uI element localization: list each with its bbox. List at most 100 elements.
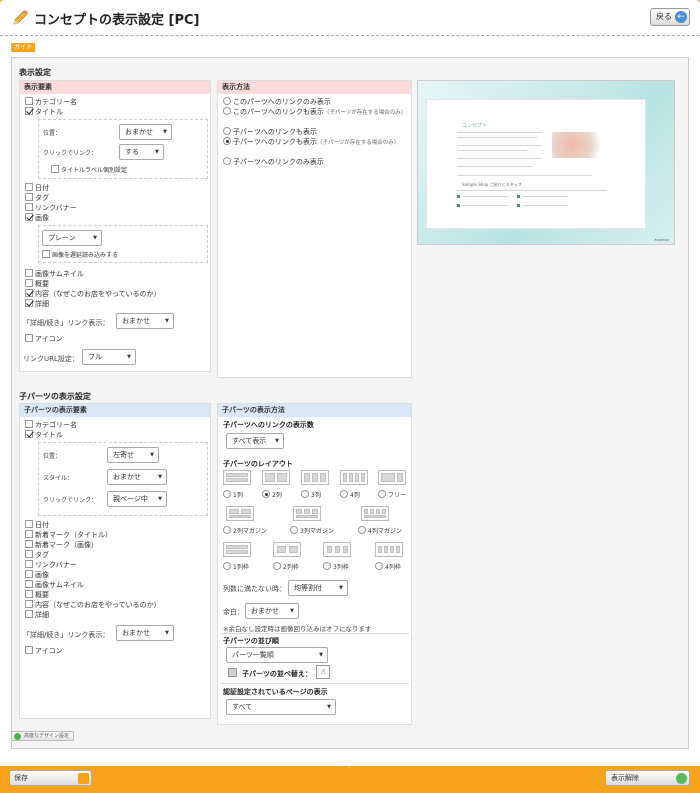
radio-layout-1frame[interactable]: 1列枠 xyxy=(223,562,249,573)
radio-layout-4mag[interactable]: 4列マガジン xyxy=(358,526,402,537)
layout-3frame-thumb[interactable] xyxy=(323,542,351,557)
radio[interactable] xyxy=(378,490,386,498)
checkbox[interactable] xyxy=(25,520,33,528)
link-count-select[interactable]: すべて表示 xyxy=(226,433,284,449)
checkbox[interactable] xyxy=(25,107,33,115)
click-link-select[interactable]: する xyxy=(119,144,164,160)
radio-method-5[interactable]: 子パーツへのリンクのみ表示 xyxy=(223,157,324,168)
checkbox[interactable] xyxy=(25,203,33,211)
checkbox[interactable] xyxy=(25,183,33,191)
radio[interactable] xyxy=(273,562,281,570)
radio[interactable] xyxy=(290,526,298,534)
layout-4mag-thumb[interactable] xyxy=(361,506,389,521)
back-button[interactable]: 戻る ← xyxy=(650,8,690,26)
cb-lazy-load[interactable]: 画像を遅延読み込みする xyxy=(42,250,118,261)
checkbox[interactable] xyxy=(51,165,59,173)
child-style-select[interactable]: おまかせ xyxy=(107,469,167,485)
cb-child-icon[interactable]: アイコン xyxy=(25,646,63,657)
layout-4frame-thumb[interactable] xyxy=(375,542,403,557)
checkbox[interactable] xyxy=(25,269,33,277)
order-select[interactable]: パーツ一覧順 xyxy=(226,647,328,663)
radio-layout-4frame[interactable]: 4列枠 xyxy=(375,562,401,573)
radio[interactable] xyxy=(223,97,231,105)
link-url-select[interactable]: フル xyxy=(82,349,136,365)
radio-layout-3frame[interactable]: 3列枠 xyxy=(323,562,349,573)
checkbox[interactable] xyxy=(25,580,33,588)
radio[interactable] xyxy=(223,526,231,534)
detail-link-select[interactable]: おまかせ xyxy=(116,313,174,329)
radio[interactable] xyxy=(223,562,231,570)
radio[interactable] xyxy=(323,562,331,570)
checkbox[interactable] xyxy=(25,334,33,342)
checkbox[interactable] xyxy=(25,590,33,598)
checkbox[interactable] xyxy=(42,250,50,258)
child-detail-link-select[interactable]: おまかせ xyxy=(116,625,174,641)
image-style-select[interactable]: プレーン xyxy=(42,230,102,246)
auth-select[interactable]: すべて xyxy=(226,699,336,715)
shortfall-select[interactable]: 均等割付 xyxy=(288,580,348,596)
layout-1col-thumb[interactable] xyxy=(223,470,251,485)
advanced-design-button[interactable]: 高度なデザイン設定 xyxy=(11,731,75,741)
unpublish-button[interactable]: 表示解除 xyxy=(605,770,690,786)
radio[interactable] xyxy=(223,137,231,145)
guide-badge[interactable]: ガイド xyxy=(11,43,36,52)
radio-layout-2frame[interactable]: 2列枠 xyxy=(273,562,299,573)
cb-image[interactable]: 画像 xyxy=(25,213,49,224)
layout-4col-thumb[interactable] xyxy=(340,470,368,485)
radio-layout-4col[interactable]: 4列 xyxy=(340,490,360,501)
radio[interactable] xyxy=(223,127,231,135)
checkbox[interactable] xyxy=(25,193,33,201)
radio[interactable] xyxy=(358,526,366,534)
checkbox[interactable] xyxy=(25,279,33,287)
layout-2col-thumb[interactable] xyxy=(262,470,290,485)
checkbox[interactable] xyxy=(25,530,33,538)
checkbox[interactable] xyxy=(25,550,33,558)
radio-layout-3mag[interactable]: 3列マガジン xyxy=(290,526,334,537)
cb-icon[interactable]: アイコン xyxy=(25,334,63,345)
checkbox[interactable] xyxy=(25,540,33,548)
radio-layout-free[interactable]: フリー xyxy=(378,490,406,501)
radio-layout-3col[interactable]: 3列 xyxy=(301,490,321,501)
cb-child-item[interactable]: 詳細 xyxy=(25,610,49,621)
checkbox[interactable] xyxy=(25,97,33,105)
checkbox[interactable] xyxy=(25,600,33,608)
radio[interactable] xyxy=(262,490,270,498)
radio[interactable] xyxy=(223,107,231,115)
cb-title-label-setting[interactable]: タイトルラベル個別設定 xyxy=(51,165,127,176)
checkbox[interactable] xyxy=(25,213,33,221)
cb-title[interactable]: タイトル xyxy=(25,107,63,118)
save-button[interactable]: 保存 xyxy=(9,770,92,786)
cb-detail[interactable]: 詳細 xyxy=(25,299,49,310)
radio[interactable] xyxy=(375,562,383,570)
radio[interactable] xyxy=(223,157,231,165)
position-select[interactable]: おまかせ xyxy=(119,124,172,140)
layout-3mag-thumb[interactable] xyxy=(293,506,321,521)
checkbox[interactable] xyxy=(25,420,33,428)
layout-2mag-thumb[interactable] xyxy=(226,506,254,521)
radio-layout-2col[interactable]: 2列 xyxy=(262,490,282,501)
layout-1frame-thumb[interactable] xyxy=(223,542,251,557)
layout-3col-thumb[interactable] xyxy=(301,470,329,485)
hand-pointer-icon[interactable]: ☝ xyxy=(316,665,330,679)
radio[interactable] xyxy=(223,490,231,498)
child-click-select[interactable]: 親ページ中 xyxy=(107,491,167,507)
checkbox[interactable] xyxy=(25,289,33,297)
checkbox[interactable] xyxy=(25,570,33,578)
checkbox[interactable] xyxy=(25,299,33,307)
radio-layout-1col[interactable]: 1列 xyxy=(223,490,243,501)
radio-layout-2mag[interactable]: 2列マガジン xyxy=(223,526,267,537)
radio-method-4[interactable]: 子パーツへのリンクも表示（子パーツが存在する場合のみ） xyxy=(223,137,399,148)
radio[interactable] xyxy=(301,490,309,498)
checkbox[interactable] xyxy=(25,430,33,438)
layout-free-thumb[interactable] xyxy=(378,470,406,485)
margin-select[interactable]: おまかせ xyxy=(245,603,299,619)
radio[interactable] xyxy=(340,490,348,498)
child-position-select[interactable]: 左寄せ xyxy=(107,447,159,463)
checkbox[interactable] xyxy=(25,560,33,568)
checkbox[interactable] xyxy=(25,610,33,618)
cb-child-title[interactable]: タイトル xyxy=(25,430,63,441)
layout-2frame-thumb[interactable] xyxy=(273,542,301,557)
checkbox[interactable] xyxy=(25,646,33,654)
sort-checkbox[interactable] xyxy=(228,668,237,677)
radio-method-2[interactable]: このパーツへのリンクも表示（子パーツが存在する場合のみ） xyxy=(223,107,406,118)
